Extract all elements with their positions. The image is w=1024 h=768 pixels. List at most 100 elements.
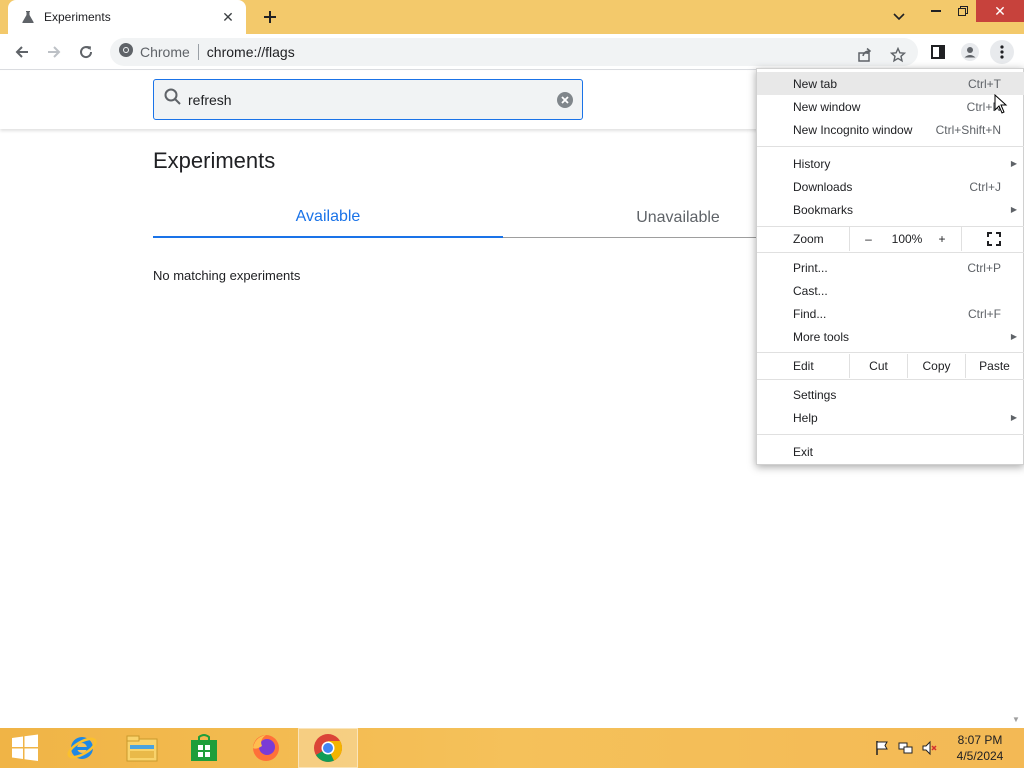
flags-search-input[interactable]	[188, 91, 538, 108]
menu-item-history[interactable]: History ▶	[757, 152, 1024, 175]
minimize-icon	[931, 10, 941, 12]
side-panel-button[interactable]	[926, 40, 950, 64]
network-icon[interactable]	[898, 740, 914, 756]
menu-item-help[interactable]: Help ▶	[757, 406, 1024, 429]
fullscreen-icon	[986, 232, 1001, 246]
clock-time: 8:07 PM	[957, 733, 1003, 747]
file-explorer-icon	[126, 735, 158, 762]
chrome-main-menu: New tab Ctrl+T New window Ctrl+N New Inc…	[756, 68, 1024, 465]
tab-available[interactable]: Available	[153, 198, 503, 238]
submenu-arrow-icon: ▶	[1010, 159, 1017, 168]
menu-label: New Incognito window	[793, 122, 913, 137]
profile-button[interactable]	[958, 40, 982, 64]
omnibox-url[interactable]: chrome://flags	[207, 44, 295, 60]
taskbar-firefox[interactable]	[236, 728, 296, 768]
menu-shortcut: Ctrl+T	[968, 76, 1001, 91]
back-button[interactable]	[10, 40, 34, 64]
address-bar[interactable]: Chrome chrome://flags	[110, 38, 918, 66]
clock-date: 4/5/2024	[956, 749, 1004, 763]
internet-explorer-icon	[67, 737, 97, 759]
cut-button[interactable]: Cut	[849, 354, 907, 378]
taskbar-store[interactable]	[174, 728, 234, 768]
browser-tab-experiments[interactable]: Experiments ✕	[8, 0, 246, 34]
mouse-cursor-icon	[994, 94, 1008, 114]
tab-search-button[interactable]	[889, 8, 909, 26]
menu-separator	[757, 352, 1024, 353]
menu-shortcut: Ctrl+J	[969, 179, 1001, 194]
new-tab-button[interactable]	[258, 6, 282, 28]
page-title: Experiments	[153, 148, 276, 173]
title-bar: Experiments ✕ ✕	[0, 0, 1024, 34]
volume-muted-icon[interactable]	[921, 740, 937, 756]
minimize-button[interactable]	[922, 0, 950, 22]
menu-item-cast[interactable]: Cast...	[757, 279, 1024, 302]
menu-shortcut: Ctrl+Shift+N	[935, 122, 1001, 137]
menu-label: More tools	[793, 329, 850, 344]
zoom-in-button[interactable]: +	[927, 227, 957, 251]
close-icon: ✕	[994, 2, 1006, 19]
omnibox-site-chip: Chrome	[140, 44, 190, 60]
flask-icon	[20, 9, 36, 25]
forward-button[interactable]	[42, 40, 66, 64]
start-icon	[12, 734, 38, 761]
share-icon[interactable]	[854, 44, 876, 66]
taskbar-clock[interactable]: 8:07 PM 4/5/2024	[944, 732, 1016, 764]
taskbar-file-explorer[interactable]	[112, 728, 172, 768]
restore-button[interactable]	[950, 0, 976, 22]
search-icon	[164, 88, 182, 111]
menu-label: Exit	[793, 444, 814, 459]
menu-label: Cast...	[793, 283, 828, 298]
chevron-down-icon	[893, 13, 905, 21]
menu-item-bookmarks[interactable]: Bookmarks ▶	[757, 198, 1024, 221]
window-close-button[interactable]: ✕	[976, 0, 1024, 22]
menu-item-print[interactable]: Print... Ctrl+P	[757, 256, 1024, 279]
firefox-icon	[253, 735, 279, 761]
scroll-down-icon[interactable]: ▼	[1010, 713, 1022, 725]
zoom-out-button[interactable]: –	[849, 227, 887, 251]
taskbar-internet-explorer[interactable]	[52, 728, 112, 768]
menu-label: Print...	[793, 260, 828, 275]
menu-item-settings[interactable]: Settings	[757, 383, 1024, 406]
menu-label: New tab	[793, 76, 838, 91]
menu-item-new-incognito[interactable]: New Incognito window Ctrl+Shift+N	[757, 118, 1024, 141]
chrome-logo-icon	[118, 42, 134, 63]
restore-icon	[958, 6, 968, 16]
star-icon[interactable]	[887, 44, 909, 66]
menu-label: Find...	[793, 306, 827, 321]
browser-toolbar: Chrome chrome://flags	[0, 34, 1024, 70]
menu-label: New window	[793, 99, 861, 114]
reload-button[interactable]	[74, 40, 98, 64]
close-tab-icon[interactable]: ✕	[220, 9, 236, 25]
paste-button[interactable]: Paste	[965, 354, 1023, 378]
menu-separator	[757, 146, 1024, 147]
menu-label: Help	[793, 410, 818, 425]
fullscreen-button[interactable]	[961, 227, 1024, 251]
chrome-icon	[314, 734, 342, 762]
menu-separator	[757, 379, 1024, 380]
copy-button[interactable]: Copy	[907, 354, 965, 378]
start-button[interactable]	[0, 728, 50, 768]
menu-label: Downloads	[793, 179, 853, 194]
menu-label: Edit	[793, 359, 814, 373]
flags-search-box[interactable]	[153, 79, 583, 120]
empty-results-message: No matching experiments	[153, 268, 301, 283]
action-center-flag-icon[interactable]	[874, 740, 890, 756]
plus-icon	[264, 11, 276, 23]
menu-label: Bookmarks	[793, 202, 854, 217]
menu-item-new-window[interactable]: New window Ctrl+N	[757, 95, 1024, 118]
store-icon	[191, 734, 217, 761]
clear-search-icon[interactable]	[556, 91, 574, 109]
chrome-menu-button[interactable]	[990, 40, 1014, 64]
taskbar-chrome[interactable]	[298, 728, 358, 768]
menu-item-downloads[interactable]: Downloads Ctrl+J	[757, 175, 1024, 198]
menu-item-find[interactable]: Find... Ctrl+F	[757, 302, 1024, 325]
omnibox-separator	[197, 44, 199, 60]
menu-item-more-tools[interactable]: More tools ▶	[757, 325, 1024, 348]
taskbar	[0, 728, 1024, 768]
menu-shortcut: Ctrl+P	[967, 260, 1001, 275]
menu-item-new-tab[interactable]: New tab Ctrl+T	[757, 72, 1024, 95]
submenu-arrow-icon: ▶	[1010, 413, 1017, 422]
menu-item-exit[interactable]: Exit	[757, 440, 1024, 463]
menu-zoom-row: Zoom – 100% +	[757, 227, 1024, 251]
reload-icon	[80, 46, 93, 59]
